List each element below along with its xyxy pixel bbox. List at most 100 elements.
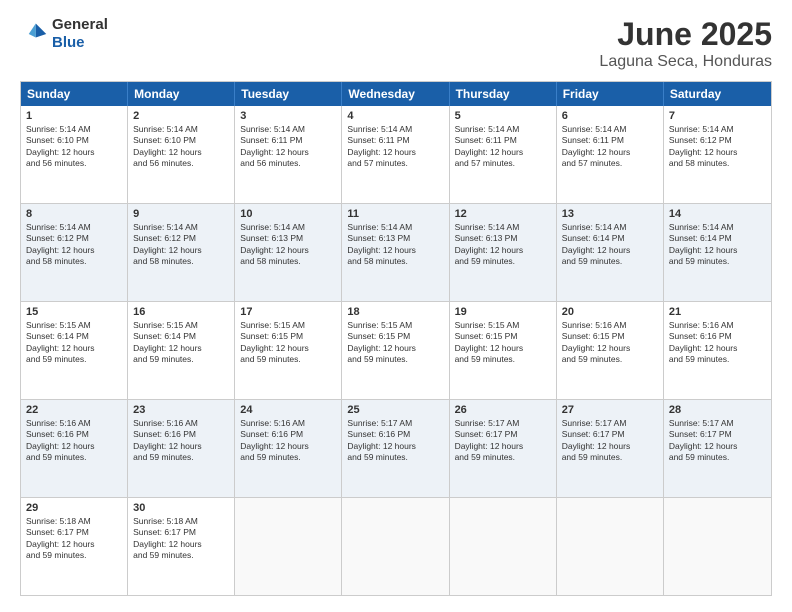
day-num: 18 [347, 306, 443, 318]
cell-text: Sunrise: 5:15 AMSunset: 6:15 PMDaylight:… [347, 320, 443, 366]
cell-3-sat: 21 Sunrise: 5:16 AMSunset: 6:16 PMDaylig… [664, 302, 771, 399]
day-num: 6 [562, 110, 658, 122]
cell-text: Sunrise: 5:16 AMSunset: 6:15 PMDaylight:… [562, 320, 658, 366]
header: General Blue June 2025 Laguna Seca, Hond… [20, 16, 772, 71]
cell-text: Sunrise: 5:16 AMSunset: 6:16 PMDaylight:… [26, 418, 122, 464]
cell-2-sun: 8 Sunrise: 5:14 AMSunset: 6:12 PMDayligh… [21, 204, 128, 301]
cell-text: Sunrise: 5:14 AMSunset: 6:12 PMDaylight:… [669, 124, 766, 170]
cell-text: Sunrise: 5:17 AMSunset: 6:16 PMDaylight:… [347, 418, 443, 464]
cell-text: Sunrise: 5:14 AMSunset: 6:10 PMDaylight:… [133, 124, 229, 170]
cell-1-sun: 1 Sunrise: 5:14 AMSunset: 6:10 PMDayligh… [21, 106, 128, 203]
cell-text: Sunrise: 5:14 AMSunset: 6:11 PMDaylight:… [347, 124, 443, 170]
header-wednesday: Wednesday [342, 82, 449, 106]
cell-text: Sunrise: 5:14 AMSunset: 6:13 PMDaylight:… [347, 222, 443, 268]
cell-4-thu: 26 Sunrise: 5:17 AMSunset: 6:17 PMDaylig… [450, 400, 557, 497]
day-num: 22 [26, 404, 122, 416]
logo-icon [20, 20, 48, 48]
cell-3-wed: 18 Sunrise: 5:15 AMSunset: 6:15 PMDaylig… [342, 302, 449, 399]
day-num: 30 [133, 502, 229, 514]
cell-5-wed [342, 498, 449, 595]
day-num: 15 [26, 306, 122, 318]
cell-text: Sunrise: 5:15 AMSunset: 6:14 PMDaylight:… [133, 320, 229, 366]
cell-text: Sunrise: 5:17 AMSunset: 6:17 PMDaylight:… [669, 418, 766, 464]
day-num: 19 [455, 306, 551, 318]
cell-2-tue: 10 Sunrise: 5:14 AMSunset: 6:13 PMDaylig… [235, 204, 342, 301]
cell-text: Sunrise: 5:14 AMSunset: 6:12 PMDaylight:… [26, 222, 122, 268]
cell-1-mon: 2 Sunrise: 5:14 AMSunset: 6:10 PMDayligh… [128, 106, 235, 203]
day-num: 10 [240, 208, 336, 220]
day-num: 23 [133, 404, 229, 416]
cell-text: Sunrise: 5:16 AMSunset: 6:16 PMDaylight:… [669, 320, 766, 366]
cell-text: Sunrise: 5:15 AMSunset: 6:14 PMDaylight:… [26, 320, 122, 366]
cell-text: Sunrise: 5:16 AMSunset: 6:16 PMDaylight:… [240, 418, 336, 464]
header-monday: Monday [128, 82, 235, 106]
day-num: 3 [240, 110, 336, 122]
cell-1-sat: 7 Sunrise: 5:14 AMSunset: 6:12 PMDayligh… [664, 106, 771, 203]
day-num: 26 [455, 404, 551, 416]
cal-row-5: 29 Sunrise: 5:18 AMSunset: 6:17 PMDaylig… [21, 497, 771, 595]
cell-text: Sunrise: 5:14 AMSunset: 6:14 PMDaylight:… [669, 222, 766, 268]
cell-2-wed: 11 Sunrise: 5:14 AMSunset: 6:13 PMDaylig… [342, 204, 449, 301]
cell-text: Sunrise: 5:17 AMSunset: 6:17 PMDaylight:… [455, 418, 551, 464]
cal-row-2: 8 Sunrise: 5:14 AMSunset: 6:12 PMDayligh… [21, 203, 771, 301]
cell-text: Sunrise: 5:14 AMSunset: 6:13 PMDaylight:… [455, 222, 551, 268]
header-sunday: Sunday [21, 82, 128, 106]
day-num: 2 [133, 110, 229, 122]
cell-3-thu: 19 Sunrise: 5:15 AMSunset: 6:15 PMDaylig… [450, 302, 557, 399]
day-num: 21 [669, 306, 766, 318]
cell-4-mon: 23 Sunrise: 5:16 AMSunset: 6:16 PMDaylig… [128, 400, 235, 497]
cal-row-3: 15 Sunrise: 5:15 AMSunset: 6:14 PMDaylig… [21, 301, 771, 399]
day-num: 25 [347, 404, 443, 416]
header-thursday: Thursday [450, 82, 557, 106]
day-num: 13 [562, 208, 658, 220]
day-num: 16 [133, 306, 229, 318]
cell-2-sat: 14 Sunrise: 5:14 AMSunset: 6:14 PMDaylig… [664, 204, 771, 301]
cal-row-1: 1 Sunrise: 5:14 AMSunset: 6:10 PMDayligh… [21, 106, 771, 203]
cell-text: Sunrise: 5:14 AMSunset: 6:11 PMDaylight:… [455, 124, 551, 170]
cell-5-fri [557, 498, 664, 595]
header-friday: Friday [557, 82, 664, 106]
cell-3-tue: 17 Sunrise: 5:15 AMSunset: 6:15 PMDaylig… [235, 302, 342, 399]
day-num: 11 [347, 208, 443, 220]
cell-4-tue: 24 Sunrise: 5:16 AMSunset: 6:16 PMDaylig… [235, 400, 342, 497]
header-saturday: Saturday [664, 82, 771, 106]
calendar-header: Sunday Monday Tuesday Wednesday Thursday… [21, 82, 771, 106]
cell-text: Sunrise: 5:16 AMSunset: 6:16 PMDaylight:… [133, 418, 229, 464]
day-num: 17 [240, 306, 336, 318]
logo-line1: General [52, 16, 108, 34]
cell-1-thu: 5 Sunrise: 5:14 AMSunset: 6:11 PMDayligh… [450, 106, 557, 203]
cell-4-sat: 28 Sunrise: 5:17 AMSunset: 6:17 PMDaylig… [664, 400, 771, 497]
cal-row-4: 22 Sunrise: 5:16 AMSunset: 6:16 PMDaylig… [21, 399, 771, 497]
cell-text: Sunrise: 5:14 AMSunset: 6:11 PMDaylight:… [240, 124, 336, 170]
day-num: 24 [240, 404, 336, 416]
cell-2-fri: 13 Sunrise: 5:14 AMSunset: 6:14 PMDaylig… [557, 204, 664, 301]
cell-1-tue: 3 Sunrise: 5:14 AMSunset: 6:11 PMDayligh… [235, 106, 342, 203]
logo-line2: Blue [52, 34, 108, 52]
day-num: 9 [133, 208, 229, 220]
day-num: 1 [26, 110, 122, 122]
cell-text: Sunrise: 5:17 AMSunset: 6:17 PMDaylight:… [562, 418, 658, 464]
cell-text: Sunrise: 5:14 AMSunset: 6:10 PMDaylight:… [26, 124, 122, 170]
cell-3-fri: 20 Sunrise: 5:16 AMSunset: 6:15 PMDaylig… [557, 302, 664, 399]
cell-2-mon: 9 Sunrise: 5:14 AMSunset: 6:12 PMDayligh… [128, 204, 235, 301]
subtitle: Laguna Seca, Honduras [599, 53, 772, 71]
cell-3-mon: 16 Sunrise: 5:15 AMSunset: 6:14 PMDaylig… [128, 302, 235, 399]
day-num: 7 [669, 110, 766, 122]
day-num: 20 [562, 306, 658, 318]
cell-text: Sunrise: 5:18 AMSunset: 6:17 PMDaylight:… [26, 516, 122, 562]
cell-5-sat [664, 498, 771, 595]
cell-5-thu [450, 498, 557, 595]
cell-text: Sunrise: 5:14 AMSunset: 6:12 PMDaylight:… [133, 222, 229, 268]
cell-text: Sunrise: 5:14 AMSunset: 6:14 PMDaylight:… [562, 222, 658, 268]
cell-4-sun: 22 Sunrise: 5:16 AMSunset: 6:16 PMDaylig… [21, 400, 128, 497]
cell-text: Sunrise: 5:14 AMSunset: 6:11 PMDaylight:… [562, 124, 658, 170]
day-num: 12 [455, 208, 551, 220]
cell-text: Sunrise: 5:15 AMSunset: 6:15 PMDaylight:… [240, 320, 336, 366]
cell-text: Sunrise: 5:15 AMSunset: 6:15 PMDaylight:… [455, 320, 551, 366]
cell-1-wed: 4 Sunrise: 5:14 AMSunset: 6:11 PMDayligh… [342, 106, 449, 203]
cell-1-fri: 6 Sunrise: 5:14 AMSunset: 6:11 PMDayligh… [557, 106, 664, 203]
cell-text: Sunrise: 5:14 AMSunset: 6:13 PMDaylight:… [240, 222, 336, 268]
cell-5-tue [235, 498, 342, 595]
cell-4-wed: 25 Sunrise: 5:17 AMSunset: 6:16 PMDaylig… [342, 400, 449, 497]
day-num: 14 [669, 208, 766, 220]
